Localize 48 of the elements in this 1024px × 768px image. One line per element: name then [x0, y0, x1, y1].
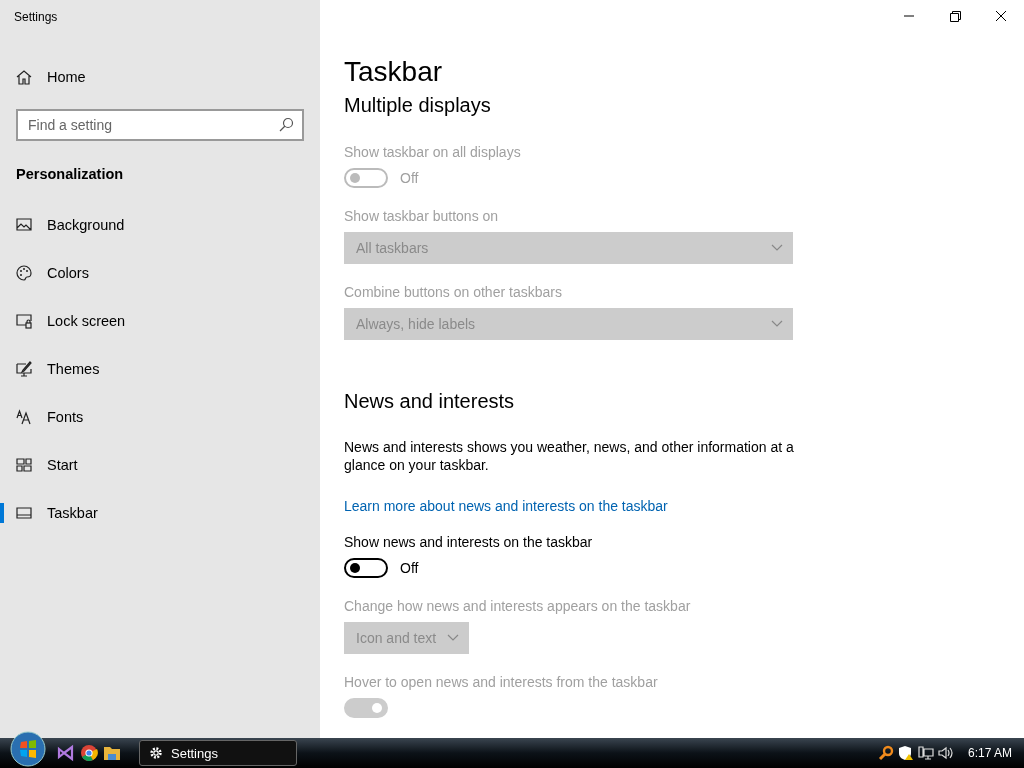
toggle-state: Off [400, 170, 419, 186]
setting-label: Hover to open news and interests from the taskbar [344, 674, 659, 690]
sidebar-item[interactable]: Themes [0, 345, 320, 393]
page-title: Taskbar [344, 56, 444, 89]
sidebar-item[interactable]: Colors [0, 249, 320, 297]
shield-warning-icon[interactable] [897, 745, 914, 761]
taskbar-icon [16, 505, 32, 521]
gear-icon [149, 746, 163, 760]
sidebar-item[interactable]: Taskbar [0, 489, 320, 537]
lock-screen-icon [16, 313, 32, 329]
description-text: News and interests shows you weather, news, and other information at a glance on your taskbar. [344, 438, 794, 474]
sidebar-item[interactable]: Start [0, 441, 320, 489]
home-icon[interactable] [16, 69, 32, 85]
start-button[interactable] [8, 729, 48, 768]
brush-icon [16, 361, 32, 377]
taskbar-button[interactable]: Settings [139, 740, 297, 766]
home-link[interactable]: Home [47, 69, 86, 85]
chevron-down-icon [771, 244, 783, 252]
setting-label: Show news and interests on the taskbar [344, 534, 594, 550]
sidebar-item[interactable]: Fonts [0, 393, 320, 441]
setting-label: Change how news and interests appears on the taskbar [344, 598, 692, 614]
search-icon[interactable] [278, 117, 294, 133]
chevron-down-icon [447, 634, 459, 642]
search-icon[interactable] [877, 745, 894, 761]
search-field[interactable]: Find a setting [16, 109, 304, 141]
setting-label: Combine buttons on other taskbars [344, 284, 563, 300]
section-heading: News and interests [344, 390, 516, 414]
tiles-icon [16, 457, 32, 473]
chevron-down-icon [771, 320, 783, 328]
toggle-switch[interactable] [344, 558, 388, 578]
section-heading: Personalization [15, 166, 125, 182]
volume-icon[interactable] [937, 745, 954, 761]
setting-label: Show taskbar on all displays [344, 144, 522, 160]
infinity-loop-icon[interactable] [57, 744, 75, 762]
setting-label: Show taskbar buttons on [344, 208, 500, 224]
browser-icon[interactable] [80, 744, 98, 762]
palette-icon [16, 265, 32, 281]
sidebar-item[interactable]: Background [0, 201, 320, 249]
section-heading: Multiple displays [344, 94, 492, 118]
toggle-state: Off [400, 560, 419, 576]
sidebar-item[interactable]: Lock screen [0, 297, 320, 345]
fonts-icon [16, 409, 32, 425]
network-icon[interactable] [917, 745, 934, 761]
learn-more-link[interactable]: Learn more about news and interests on the taskbar [344, 498, 668, 514]
folder-icon[interactable] [103, 744, 121, 762]
clock[interactable]: 6:17 AM [967, 746, 1012, 760]
picture-icon [16, 217, 32, 233]
window-title: Settings [13, 9, 59, 26]
